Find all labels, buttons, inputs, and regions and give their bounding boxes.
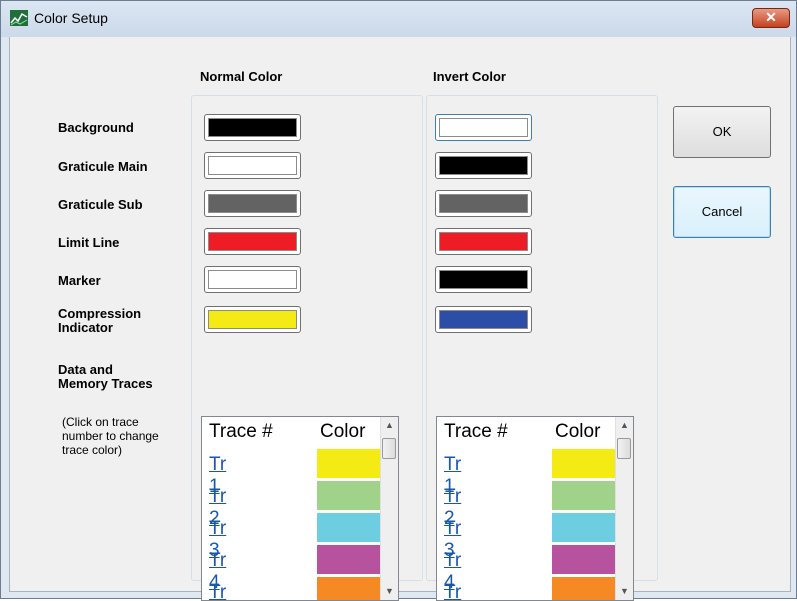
close-icon: ✕ xyxy=(765,9,777,25)
data-traces-label-line2: Memory Traces xyxy=(58,376,153,391)
invert-trace-color-5 xyxy=(552,577,620,600)
trace-color-hint: (Click on trace number to change trace c… xyxy=(62,415,159,457)
limit-line-label: Limit Line xyxy=(58,235,120,250)
normal-marker-swatch xyxy=(208,270,297,289)
normal-graticule-main-color-button[interactable] xyxy=(204,152,301,179)
graticule-sub-label: Graticule Sub xyxy=(58,197,143,212)
invert-marker-swatch xyxy=(439,270,528,289)
color-setup-window: Color Setup ✕ Normal Color Invert Color … xyxy=(0,0,797,601)
normal-background-swatch xyxy=(208,118,297,137)
invert-limit-line-color-button[interactable] xyxy=(435,228,532,255)
invert-graticule-main-color-button[interactable] xyxy=(435,152,532,179)
window-title: Color Setup xyxy=(34,10,108,26)
normal-limit-line-color-button[interactable] xyxy=(204,228,301,255)
cancel-button[interactable]: Cancel xyxy=(673,186,771,238)
normal-trace-scrollbar[interactable]: ▲ ▼ xyxy=(380,417,398,600)
normal-graticule-sub-color-button[interactable] xyxy=(204,190,301,217)
normal-marker-color-button[interactable] xyxy=(204,266,301,293)
scroll-up-icon[interactable]: ▲ xyxy=(616,417,633,434)
normal-trace-color-3 xyxy=(317,513,385,542)
scroll-down-icon[interactable]: ▼ xyxy=(381,583,398,600)
ok-button[interactable]: OK xyxy=(673,106,771,158)
normal-trace-color-5 xyxy=(317,577,385,600)
invert-color-header: Invert Color xyxy=(433,69,506,84)
app-icon xyxy=(10,10,28,26)
invert-marker-color-button[interactable] xyxy=(435,266,532,293)
invert-trace-color-4 xyxy=(552,545,620,574)
color-column-header: Color xyxy=(320,421,366,442)
normal-color-group: Trace # Color Tr 1 Tr 2 Tr 3 Tr 4 Tr 5 ▲ xyxy=(191,95,423,601)
marker-label: Marker xyxy=(58,273,101,288)
normal-trace-table[interactable]: Trace # Color Tr 1 Tr 2 Tr 3 Tr 4 Tr 5 ▲ xyxy=(201,416,399,601)
normal-trace-color-4 xyxy=(317,545,385,574)
scroll-thumb[interactable] xyxy=(617,438,631,459)
color-column-header: Color xyxy=(555,421,601,442)
normal-graticule-main-swatch xyxy=(208,156,297,175)
invert-background-color-button[interactable] xyxy=(435,114,532,141)
invert-graticule-sub-color-button[interactable] xyxy=(435,190,532,217)
invert-graticule-sub-swatch xyxy=(439,194,528,213)
normal-trace-color-2 xyxy=(317,481,385,510)
invert-trace-link-5[interactable]: Tr 5 xyxy=(444,582,461,600)
dialog-body: Normal Color Invert Color Background Gra… xyxy=(9,37,791,601)
close-button[interactable]: ✕ xyxy=(752,8,790,28)
normal-trace-color-1 xyxy=(317,449,385,478)
invert-trace-table[interactable]: Trace # Color Tr 1 Tr 2 Tr 3 Tr 4 Tr 5 ▲ xyxy=(436,416,634,601)
invert-trace-color-1 xyxy=(552,449,620,478)
invert-trace-color-3 xyxy=(552,513,620,542)
invert-compression-color-button[interactable] xyxy=(435,306,532,333)
data-memory-traces-label: Data and Memory Traces xyxy=(58,363,153,391)
trace-column-header: Trace # xyxy=(444,421,508,442)
compression-label-line2: Indicator xyxy=(58,320,113,335)
invert-trace-color-2 xyxy=(552,481,620,510)
invert-compression-swatch xyxy=(439,310,528,329)
normal-graticule-sub-swatch xyxy=(208,194,297,213)
background-label: Background xyxy=(58,120,134,135)
data-traces-label-line1: Data and xyxy=(58,362,113,377)
normal-compression-swatch xyxy=(208,310,297,329)
invert-background-swatch xyxy=(439,118,528,137)
scroll-down-icon[interactable]: ▼ xyxy=(616,583,633,600)
normal-background-color-button[interactable] xyxy=(204,114,301,141)
invert-graticule-main-swatch xyxy=(439,156,528,175)
compression-indicator-label: Compression Indicator xyxy=(58,307,141,335)
scroll-up-icon[interactable]: ▲ xyxy=(381,417,398,434)
normal-limit-line-swatch xyxy=(208,232,297,251)
invert-color-group: Trace # Color Tr 1 Tr 2 Tr 3 Tr 4 Tr 5 ▲ xyxy=(426,95,658,601)
scroll-thumb[interactable] xyxy=(382,438,396,459)
trace-column-header: Trace # xyxy=(209,421,273,442)
title-bar: Color Setup ✕ xyxy=(1,1,796,37)
normal-trace-link-5[interactable]: Tr 5 xyxy=(209,582,226,600)
graticule-main-label: Graticule Main xyxy=(58,159,148,174)
normal-color-header: Normal Color xyxy=(200,69,283,84)
normal-compression-color-button[interactable] xyxy=(204,306,301,333)
compression-label-line1: Compression xyxy=(58,306,142,321)
invert-limit-line-swatch xyxy=(439,232,528,251)
invert-trace-scrollbar[interactable]: ▲ ▼ xyxy=(615,417,633,600)
